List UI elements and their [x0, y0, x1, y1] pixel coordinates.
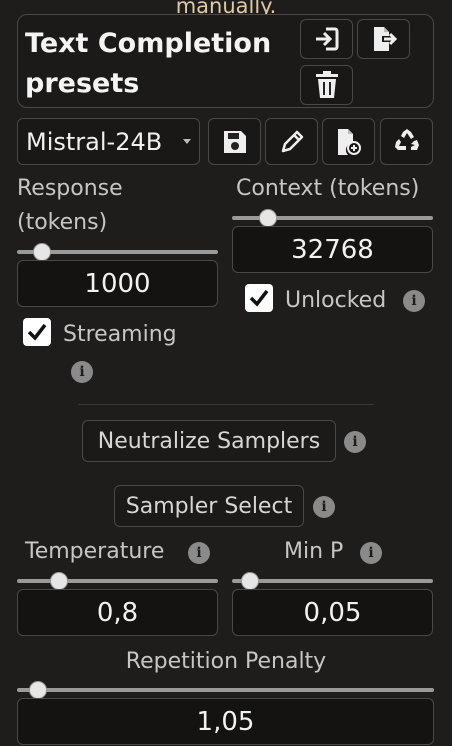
repetition-penalty-label: Repetition Penalty: [125, 649, 327, 674]
neutralize-samplers-button[interactable]: Neutralize Samplers: [82, 420, 336, 462]
save-icon: [223, 130, 246, 153]
streaming-checkbox[interactable]: [23, 318, 51, 346]
neutralize-info-icon[interactable]: i: [344, 431, 366, 453]
export-preset-button[interactable]: [357, 19, 410, 59]
temperature-input[interactable]: 0,8: [17, 589, 218, 636]
preset-select[interactable]: Mistral-24B: [17, 118, 200, 165]
min-p-slider-track[interactable]: [232, 579, 433, 583]
unlocked-info-icon[interactable]: i: [403, 290, 425, 312]
recycle-icon: [394, 128, 419, 150]
checkmark-icon: [249, 289, 269, 307]
repetition-penalty-input[interactable]: 1,05: [17, 698, 434, 745]
streaming-label: Streaming: [63, 322, 177, 347]
presets-title: Text Completion presets: [25, 28, 272, 99]
temperature-info-icon[interactable]: i: [188, 542, 210, 564]
pencil-icon: [281, 130, 303, 152]
repetition-penalty-slider-track[interactable]: [17, 688, 434, 692]
context-tokens-label: Context (tokens): [236, 176, 420, 201]
new-file-icon: [337, 128, 361, 155]
unlocked-checkbox[interactable]: [245, 284, 273, 312]
section-divider: [78, 404, 374, 405]
chevron-down-icon: [183, 139, 191, 144]
streaming-info-icon[interactable]: i: [71, 361, 93, 383]
unlocked-label: Unlocked: [285, 288, 387, 313]
min-p-input[interactable]: 0,05: [232, 589, 433, 636]
context-tokens-input[interactable]: 32768: [232, 226, 433, 273]
preset-select-value: Mistral-24B: [26, 127, 163, 156]
temperature-slider-thumb[interactable]: [49, 572, 68, 590]
checkmark-icon: [27, 323, 47, 341]
temperature-label: Temperature: [25, 539, 165, 564]
min-p-slider-thumb[interactable]: [241, 572, 260, 590]
response-tokens-label: Response (tokens): [17, 176, 123, 235]
response-tokens-input[interactable]: 1000: [17, 260, 218, 307]
repetition-penalty-slider-thumb[interactable]: [28, 681, 47, 699]
min-p-info-icon[interactable]: i: [360, 542, 382, 564]
sampler-select-info-icon[interactable]: i: [313, 496, 335, 518]
delete-icon: [315, 71, 338, 98]
export-icon: [373, 27, 397, 51]
import-icon: [315, 27, 338, 51]
save-preset-button[interactable]: [208, 118, 261, 165]
sampler-select-button[interactable]: Sampler Select: [114, 485, 304, 527]
temperature-slider-track[interactable]: [17, 579, 218, 583]
delete-preset-button[interactable]: [300, 65, 353, 105]
import-preset-button[interactable]: [300, 19, 353, 59]
rename-preset-button[interactable]: [265, 118, 318, 165]
context-slider-thumb[interactable]: [259, 209, 278, 227]
restore-preset-button[interactable]: [380, 118, 433, 165]
new-preset-button[interactable]: [322, 118, 375, 165]
min-p-label: Min P: [284, 539, 344, 564]
response-slider-thumb[interactable]: [33, 243, 52, 261]
